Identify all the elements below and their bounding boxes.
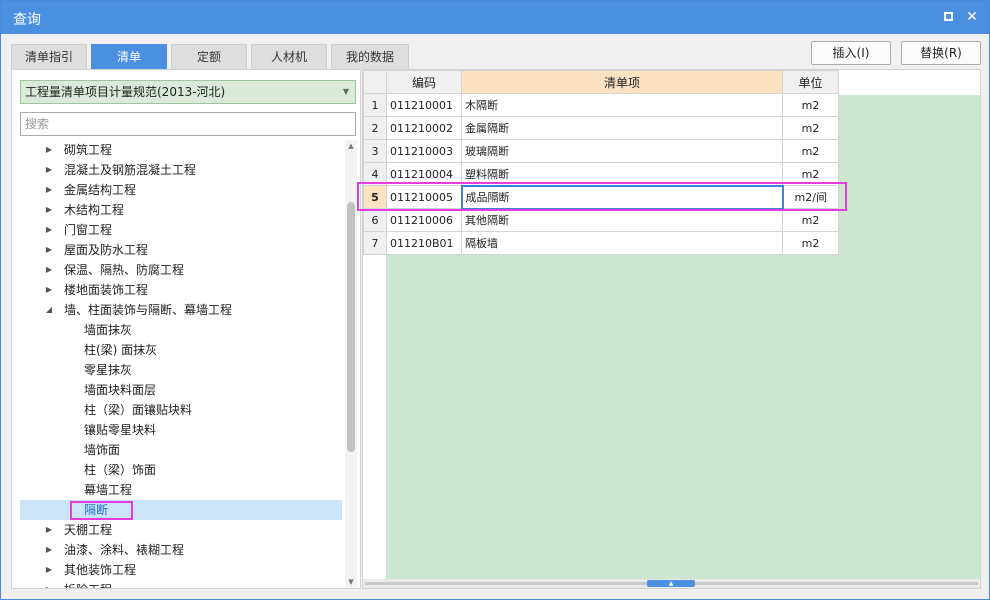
search-input[interactable]	[20, 112, 356, 136]
header-code[interactable]: 编码	[386, 70, 462, 94]
tab-my-data[interactable]: 我的数据	[331, 44, 409, 69]
right-panel: 编码 清单项 单位 1 011210001 木隔断 m2 2 011210002…	[362, 69, 981, 589]
header-unit[interactable]: 单位	[782, 70, 839, 94]
replace-button[interactable]: 替换(R)	[901, 41, 981, 65]
maximize-icon[interactable]	[939, 8, 957, 26]
row-number: 7	[363, 231, 387, 255]
scroll-thumb[interactable]	[347, 202, 355, 452]
close-icon[interactable]: ✕	[963, 8, 981, 26]
tree-item[interactable]: 柱(梁) 面抹灰	[20, 340, 342, 360]
tree-item[interactable]: 零星抹灰	[20, 360, 342, 380]
scroll-down-icon[interactable]: ▼	[345, 576, 357, 588]
expand-icon[interactable]: ▶	[44, 520, 54, 540]
tree-item[interactable]: ▶ 油漆、涂料、裱糊工程	[20, 540, 342, 560]
tree-item[interactable]: ▶ 其他装饰工程	[20, 560, 342, 580]
expand-icon[interactable]: ▶	[44, 540, 54, 560]
tree-item[interactable]: 镶贴零星块料	[20, 420, 342, 440]
expand-icon[interactable]: ▶	[44, 220, 54, 240]
tree-item[interactable]: 幕墙工程	[20, 480, 342, 500]
tree-item[interactable]: 墙饰面	[20, 440, 342, 460]
tree-item[interactable]: ▶ 楼地面装饰工程	[20, 280, 342, 300]
expand-icon[interactable]: ▶	[44, 200, 54, 220]
category-tree: ▶ 砌筑工程 ▶ 混凝土及钢筋混凝土工程 ▶ 金属结构工程 ▶ 木结构工程 ▶ 门窗工程 …	[20, 140, 342, 588]
unit-cell[interactable]: m2	[782, 93, 839, 117]
row-number: 2	[363, 116, 387, 140]
header-rownum	[363, 70, 387, 94]
row-number: 6	[363, 208, 387, 232]
name-cell[interactable]: 其他隔断	[461, 208, 783, 232]
left-panel: 工程量清单项目计量规范(2013-河北) ▼ ▶砌筑工程 ▶混凝土及钢筋混凝土工…	[11, 69, 361, 589]
name-cell[interactable]: 木隔断	[461, 93, 783, 117]
tree-item[interactable]: ▶ 门窗工程	[20, 220, 342, 240]
unit-cell[interactable]: m2	[782, 231, 839, 255]
dropdown-arrow-icon: ▼	[342, 87, 349, 96]
table-row[interactable]: 3 011210003 玻璃隔断 m2	[363, 139, 839, 163]
table-row[interactable]: 1 011210001 木隔断 m2	[363, 93, 839, 117]
code-cell[interactable]: 011210B01	[386, 231, 462, 255]
code-cell[interactable]: 011210002	[386, 116, 462, 140]
tree-item-selected[interactable]: 隔断	[20, 500, 342, 520]
tree-item[interactable]: ▶ 保温、隔热、防腐工程	[20, 260, 342, 280]
tree-item[interactable]: ▶拆除工程	[20, 580, 342, 588]
query-window: 查询 ✕ 清单指引 清单 定额 人材机 我的数据 插入(I) 替换(R) 工程量…	[0, 0, 990, 600]
grid-header-row: 编码 清单项 单位	[363, 70, 839, 94]
row-number: 3	[363, 139, 387, 163]
table-row[interactable]: 2 011210002 金属隔断 m2	[363, 116, 839, 140]
selection-highlight-box	[70, 501, 133, 520]
tree-item[interactable]: ▶ 木结构工程	[20, 200, 342, 220]
tree-item[interactable]: 柱（梁）饰面	[20, 460, 342, 480]
expand-icon[interactable]: ▶	[44, 580, 54, 588]
tree-scrollbar[interactable]: ▲ ▼	[345, 140, 357, 588]
standard-select[interactable]: 工程量清单项目计量规范(2013-河北) ▼	[20, 80, 356, 104]
name-cell[interactable]: 玻璃隔断	[461, 139, 783, 163]
expand-icon[interactable]: ▶	[44, 160, 54, 180]
title-bar: 查询 ✕	[1, 1, 989, 34]
unit-cell[interactable]: m2	[782, 139, 839, 163]
tree-item[interactable]: 柱（梁）面镶贴块料	[20, 400, 342, 420]
header-name[interactable]: 清单项	[461, 70, 783, 94]
tree-item[interactable]: ◢ 墙、柱面装饰与隔断、幕墙工程	[20, 300, 342, 320]
collapse-icon[interactable]: ◢	[44, 300, 54, 320]
code-cell[interactable]: 011210001	[386, 93, 462, 117]
insert-button[interactable]: 插入(I)	[811, 41, 891, 65]
name-cell[interactable]: 隔板墙	[461, 231, 783, 255]
expand-icon[interactable]: ▶	[44, 280, 54, 300]
code-cell[interactable]: 011210003	[386, 139, 462, 163]
scroll-up-icon[interactable]: ▲	[345, 140, 357, 152]
unit-cell[interactable]: m2	[782, 116, 839, 140]
splitter-handle-icon[interactable]: ▲	[647, 580, 695, 587]
tree-item[interactable]: ▶ 混凝土及钢筋混凝土工程	[20, 160, 342, 180]
unit-cell[interactable]: m2	[782, 208, 839, 232]
row-number: 1	[363, 93, 387, 117]
expand-icon[interactable]: ▶	[44, 260, 54, 280]
expand-icon[interactable]: ▶	[44, 240, 54, 260]
tree-item[interactable]: ▶ 金属结构工程	[20, 180, 342, 200]
tree-item[interactable]: 墙面抹灰	[20, 320, 342, 340]
tab-labor-material[interactable]: 人材机	[251, 44, 327, 69]
table-row[interactable]: 6 011210006 其他隔断 m2	[363, 208, 839, 232]
tree-item[interactable]: ▶ 砌筑工程	[20, 140, 342, 160]
tab-list-guide[interactable]: 清单指引	[11, 44, 87, 69]
expand-icon[interactable]: ▶	[44, 560, 54, 580]
expand-icon[interactable]: ▶	[44, 140, 54, 160]
tree-item[interactable]: ▶ 屋面及防水工程	[20, 240, 342, 260]
tab-bill[interactable]: 清单	[91, 44, 167, 69]
bill-grid: 编码 清单项 单位 1 011210001 木隔断 m2 2 011210002…	[363, 70, 839, 255]
grid-hscrollbar[interactable]: ▲	[363, 579, 980, 588]
expand-icon[interactable]: ▶	[44, 180, 54, 200]
standard-select-value: 工程量清单项目计量规范(2013-河北)	[25, 85, 226, 99]
row-highlight-box	[357, 182, 847, 211]
code-cell[interactable]: 011210006	[386, 208, 462, 232]
tree-item[interactable]: 墙面块料面层	[20, 380, 342, 400]
window-title: 查询	[13, 12, 41, 28]
table-row[interactable]: 7 011210B01 隔板墙 m2	[363, 231, 839, 255]
tree-item[interactable]: ▶ 天棚工程	[20, 520, 342, 540]
name-cell[interactable]: 金属隔断	[461, 116, 783, 140]
tab-quota[interactable]: 定额	[171, 44, 247, 69]
